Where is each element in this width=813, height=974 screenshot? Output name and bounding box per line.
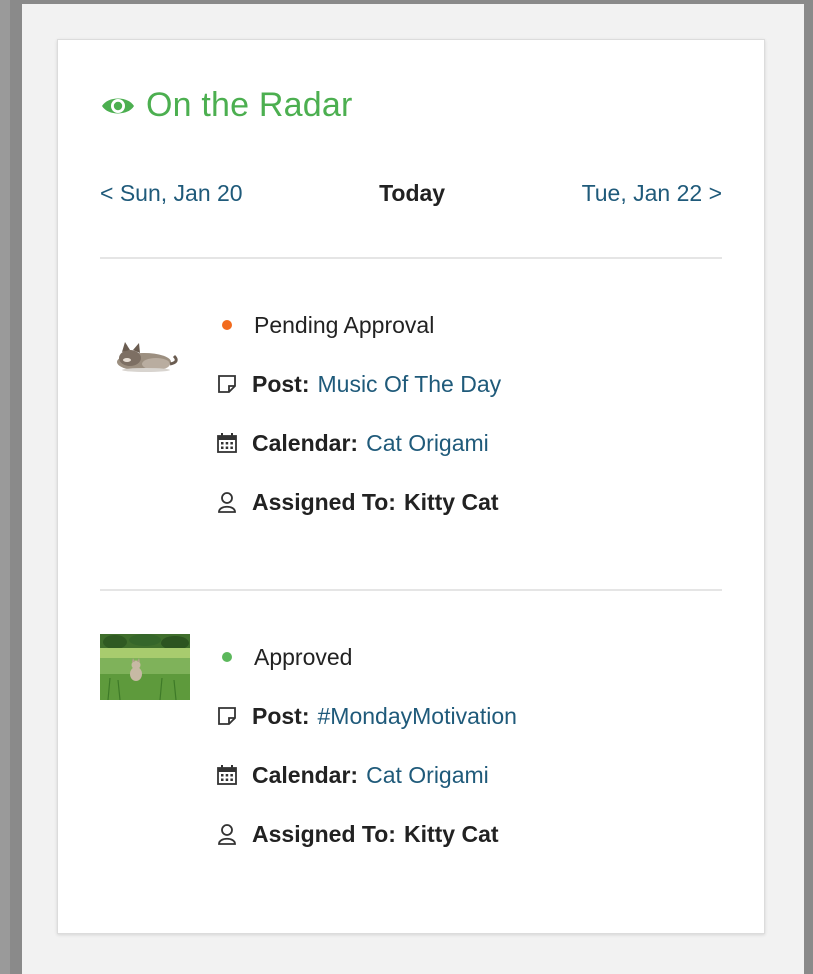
assigned-row: Assigned To: Kitty Cat	[216, 487, 501, 517]
calendar-label: Calendar:	[252, 761, 359, 788]
item-details: Pending Approval Post: Music Of The Day …	[216, 310, 501, 546]
user-icon	[216, 823, 238, 845]
status-dot-orange	[222, 320, 232, 330]
item-details: Approved Post: #MondayMotivation Calenda…	[216, 642, 517, 878]
current-day-label: Today	[379, 180, 446, 206]
calendar-name-link[interactable]: Cat Origami	[366, 762, 489, 789]
post-title-link[interactable]: Music Of The Day	[318, 371, 502, 398]
status-row: Approved	[216, 642, 517, 672]
previous-day-link[interactable]: < Sun, Jan 20	[100, 180, 243, 207]
assigned-user: Kitty Cat	[403, 488, 499, 515]
assigned-label: Assigned To:	[252, 820, 396, 847]
post-title-link[interactable]: #MondayMotivation	[318, 703, 517, 730]
status-text: Approved	[254, 643, 353, 670]
calendar-row: Calendar: Cat Origami	[216, 428, 501, 458]
calendar-label: Calendar:	[252, 429, 359, 456]
status-text: Pending Approval	[254, 311, 435, 338]
status-dot-green	[222, 652, 232, 662]
assigned-row: Assigned To: Kitty Cat	[216, 819, 517, 849]
assigned-label: Assigned To:	[252, 488, 396, 515]
post-label: Post:	[252, 702, 310, 729]
date-navigation: < Sun, Jan 20 Today Tue, Jan 22 >	[100, 180, 722, 207]
post-note-icon	[216, 705, 238, 727]
divider	[100, 589, 722, 591]
assigned-user: Kitty Cat	[403, 820, 499, 847]
post-label: Post:	[252, 370, 310, 397]
card-header: On the Radar	[100, 86, 353, 125]
on-the-radar-card: On the Radar < Sun, Jan 20 Today Tue, Ja…	[57, 39, 765, 934]
calendar-name-link[interactable]: Cat Origami	[366, 430, 489, 457]
post-row: Post: Music Of The Day	[216, 369, 501, 399]
eye-icon	[100, 94, 136, 118]
cat-in-grass-thumbnail	[100, 634, 190, 701]
post-note-icon	[216, 373, 238, 395]
post-row: Post: #MondayMotivation	[216, 701, 517, 731]
status-row: Pending Approval	[216, 310, 501, 340]
user-icon	[216, 491, 238, 513]
next-day-link[interactable]: Tue, Jan 22 >	[582, 180, 722, 207]
card-title: On the Radar	[146, 86, 353, 124]
calendar-icon	[216, 432, 238, 454]
background-window-edge	[0, 0, 10, 974]
calendar-icon	[216, 764, 238, 786]
calendar-row: Calendar: Cat Origami	[216, 760, 517, 790]
cat-lying-thumbnail	[100, 320, 190, 386]
divider	[100, 257, 722, 259]
